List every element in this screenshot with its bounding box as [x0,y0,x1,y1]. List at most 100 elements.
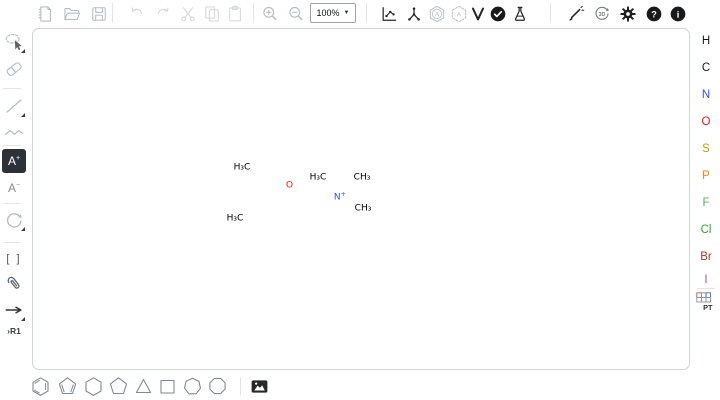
clean-up-button[interactable] [402,2,426,26]
cyclooctane-template-icon [207,376,228,397]
element-button-c[interactable]: C [694,58,718,78]
periodic-table-button[interactable]: PT [694,291,718,313]
atom-label-methyl[interactable]: H₃C [309,174,328,183]
paste-icon [225,4,245,24]
cyclopropane-template-button[interactable] [131,374,155,398]
element-button-h[interactable]: H [694,31,718,51]
element-button-n[interactable]: N [694,85,718,105]
charge-minus-button[interactable]: A− [2,176,26,200]
open-3d-viewer-button[interactable]: 3D [590,2,614,26]
ketcher-app-window: { "topbar": { "zoom_value": "100%", "zoo… [0,0,720,400]
toolbar-separator [3,145,21,146]
periodic-table-icon: PT [695,291,717,313]
element-button-f[interactable]: F [694,193,718,213]
rotate-button[interactable] [2,208,26,232]
r-group-button[interactable]: ›R1 [2,323,26,339]
undo-icon [127,4,147,24]
cycloheptane-template-button[interactable] [180,374,204,398]
element-button-s[interactable]: S [694,139,718,159]
layout-icon [379,4,399,24]
rotate-icon [3,209,25,231]
cyclobutane-template-button[interactable] [155,374,179,398]
save-button[interactable] [87,2,111,26]
layout-button[interactable] [377,2,401,26]
check-structure-icon [488,4,508,24]
toolbar-separator [240,377,241,395]
calculated-values-button[interactable] [508,2,532,26]
cyclohexane-template-icon [83,376,104,397]
zoom-out-icon [286,4,306,24]
element-button-p[interactable]: P [694,166,718,186]
charge-minus-icon: A− [8,181,20,195]
copy-button[interactable] [200,2,224,26]
single-bond-icon [3,95,25,117]
atom-label-oxygen[interactable]: O [285,181,294,190]
s-group-button[interactable]: [ ] [2,247,26,271]
open-button[interactable] [60,2,84,26]
template-library-button[interactable] [247,374,271,398]
element-button-i[interactable]: I [694,270,718,290]
aromatize-button[interactable]: A [425,2,449,26]
element-button-o[interactable]: O [694,112,718,132]
calculate-cip-icon [468,4,488,24]
cyclopentane-template-icon [108,376,129,397]
single-bond-button[interactable] [2,94,26,118]
save-icon [89,4,109,24]
cyclooctane-template-button[interactable] [205,374,229,398]
open-icon [62,4,82,24]
zoom-in-button[interactable] [258,2,282,26]
copy-icon [202,4,222,24]
check-structure-button[interactable] [486,2,510,26]
charge-plus-icon: A+ [8,154,20,168]
toolbar-separator [253,3,254,23]
new-document-button[interactable] [33,2,57,26]
settings-button[interactable] [616,2,640,26]
recognize-molecule-button[interactable] [563,2,587,26]
help-icon: ? [644,4,664,24]
lasso-selection-button[interactable] [2,30,26,54]
cyclopentadiene-template-button[interactable] [55,374,79,398]
about-button[interactable]: i [666,2,690,26]
atom-label-methyl[interactable]: CH₃ [353,174,372,183]
undo-button[interactable] [125,2,149,26]
element-button-br[interactable]: Br [694,247,718,267]
erase-button[interactable] [2,57,26,81]
template-library-icon [249,376,270,397]
svg-text:A: A [435,11,440,18]
cyclopentane-template-button[interactable] [106,374,130,398]
cyclohexane-template-button[interactable] [81,374,105,398]
toolbar-separator [550,3,551,23]
redo-button[interactable] [151,2,175,26]
toolbar-separator [3,203,21,204]
atom-label-methyl[interactable]: CH₃ [354,204,373,213]
cyclobutane-template-icon [157,376,178,397]
element-button-cl[interactable]: Cl [694,220,718,240]
lasso-selection-icon [3,31,25,53]
about-icon: i [668,4,688,24]
reaction-arrow-button[interactable] [2,298,26,322]
chain-button[interactable] [2,120,26,144]
atom-label-methyl[interactable]: H₃C [226,215,245,224]
toolbar-separator [3,88,21,89]
chevron-down-icon: ▼ [344,10,350,16]
attachment-point-icon [3,273,25,295]
chain-icon [3,121,25,143]
zoom-level-dropdown[interactable]: 100% ▼ [310,3,356,23]
zoom-out-button[interactable] [284,2,308,26]
help-button[interactable]: ? [642,2,666,26]
redo-icon [153,4,173,24]
toolbar-separator [366,3,367,23]
toolbar-separator [3,242,21,243]
paste-button[interactable] [223,2,247,26]
attachment-point-button[interactable] [2,272,26,296]
cut-button[interactable] [176,2,200,26]
open-3d-viewer-icon: 3D [592,4,612,24]
benzene-template-icon [30,376,51,397]
reaction-arrow-icon [3,299,25,321]
svg-text:A: A [457,11,462,18]
charge-plus-button[interactable]: A+ [2,149,26,173]
atom-label-methyl[interactable]: H₃C [233,164,252,173]
benzene-template-button[interactable] [28,374,52,398]
drawing-canvas[interactable]: H₃C O H₃C H₃C N+ CH₃ CH₃ [32,28,690,370]
atom-label-nitrogen[interactable]: N+ [333,190,347,203]
